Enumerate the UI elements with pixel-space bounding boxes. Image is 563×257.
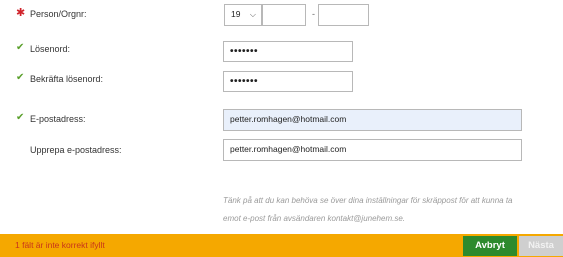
chevron-down-icon: ⌵ [249, 10, 256, 19]
required-asterisk-icon: ✱ [16, 7, 26, 19]
spam-hint-line-1: Tänk på att du kan behöva se över dina i… [223, 196, 513, 205]
person-number-suffix-input[interactable] [318, 4, 369, 26]
person-number-separator: - [312, 9, 315, 19]
birthdate-input[interactable] [262, 4, 306, 26]
check-icon: ✔ [16, 112, 25, 123]
century-select-value: 19 [231, 9, 241, 19]
cancel-button[interactable]: Avbryt [463, 236, 517, 256]
repeat-email-label: Upprepa e-postadress: [30, 145, 122, 155]
spam-hint-line-2: emot e-post från avsändaren kontakt@june… [223, 214, 405, 223]
person-orgnr-label: Person/Orgnr: [30, 9, 87, 19]
next-button[interactable]: Nästa [519, 236, 563, 256]
confirm-password-label: Bekräfta lösenord: [30, 74, 104, 84]
repeat-email-input[interactable]: petter.romhagen@hotmail.com [223, 139, 522, 161]
check-icon: ✔ [16, 42, 25, 53]
confirm-password-input[interactable]: ••••••• [223, 71, 353, 92]
validation-error-message: 1 fält är inte korrekt ifyllt [15, 240, 105, 250]
check-icon: ✔ [16, 72, 25, 83]
email-label: E-postadress: [30, 114, 86, 124]
century-select[interactable]: 19 ⌵ [224, 4, 262, 26]
email-input[interactable]: petter.romhagen@hotmail.com [223, 109, 522, 131]
password-input[interactable]: ••••••• [223, 41, 353, 62]
password-label: Lösenord: [30, 44, 71, 54]
